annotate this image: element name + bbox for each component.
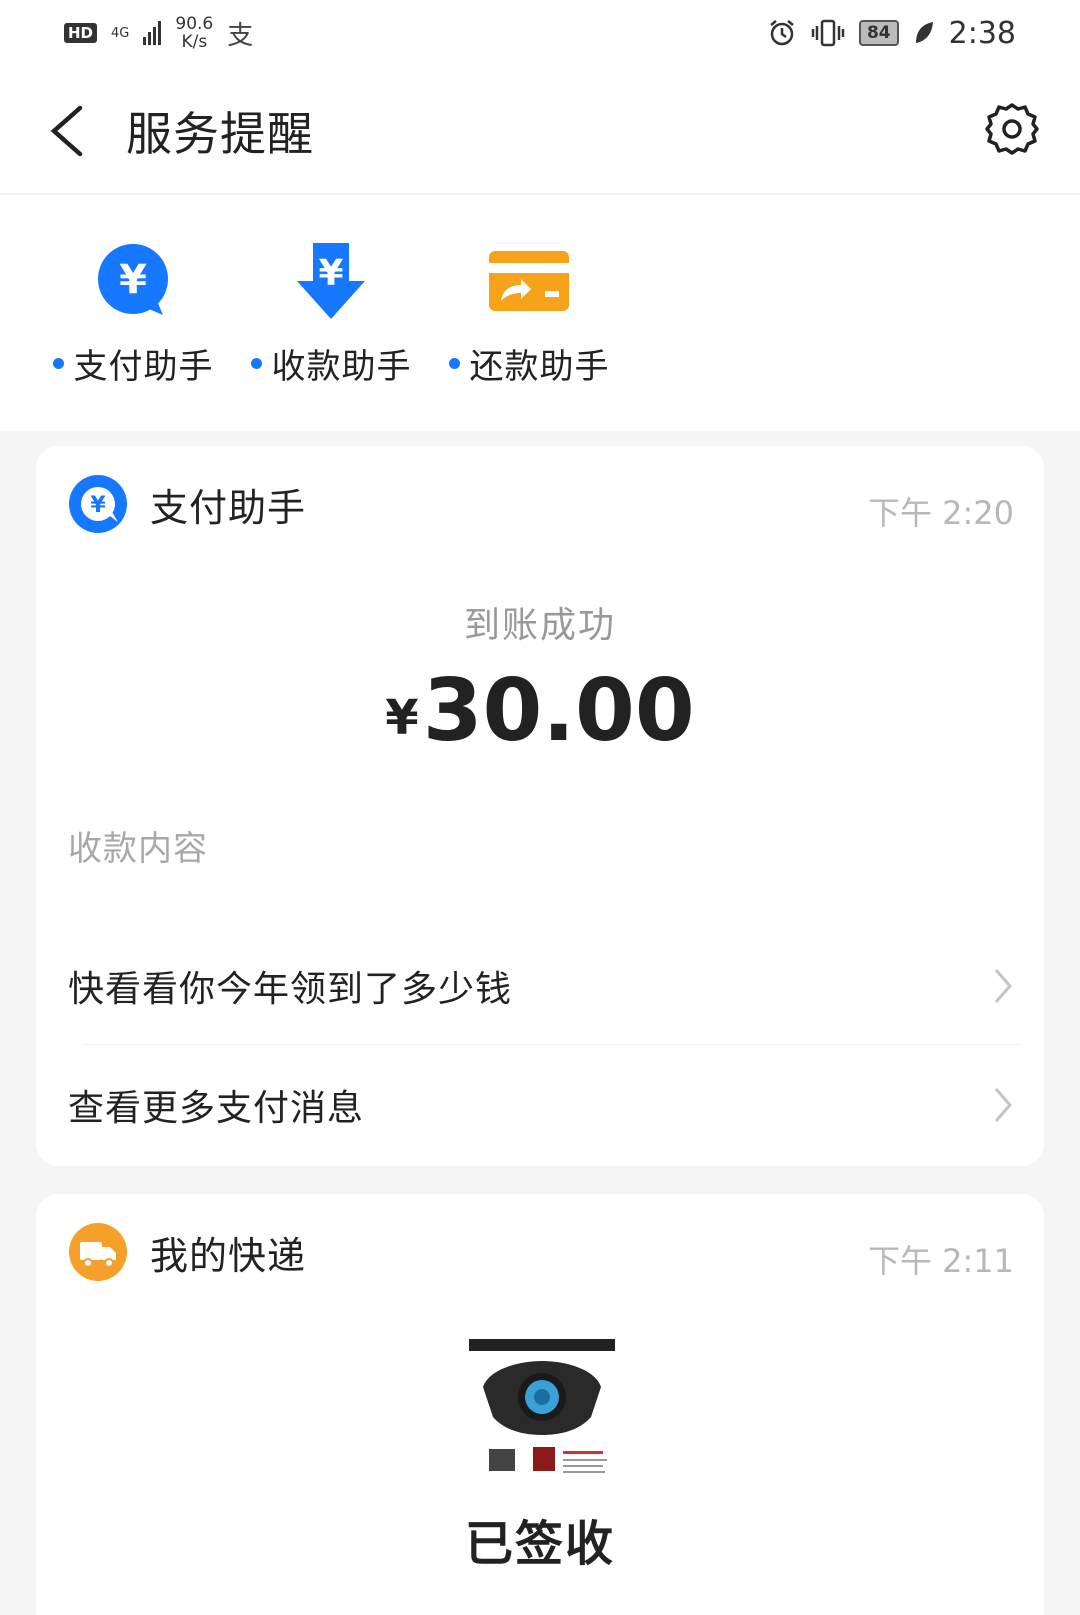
- clock: 2:38: [948, 15, 1016, 51]
- payment-assistant-icon: ¥: [98, 244, 168, 315]
- network-speed: 90.6 K/s: [175, 15, 213, 51]
- assistant-receive[interactable]: ¥ 收款助手: [246, 239, 416, 388]
- link-more-payment-messages[interactable]: 查看更多支付消息: [68, 1050, 1014, 1160]
- gear-icon[interactable]: [982, 99, 1042, 159]
- receive-assistant-icon: ¥: [297, 243, 365, 319]
- svg-text:¥: ¥: [318, 253, 343, 294]
- card-title: 支付助手: [150, 485, 307, 530]
- link-label: 快看看你今年领到了多少钱: [68, 969, 513, 1010]
- card-time: 下午 2:11: [867, 1242, 1014, 1280]
- back-chevron-icon[interactable]: [44, 104, 88, 158]
- assistant-label: 收款助手: [271, 347, 412, 387]
- status-bar: HD 4G 90.6 K/s 支 84 2:38: [0, 0, 1080, 66]
- parcel-notification-card[interactable]: 我的快递 下午 2:11 已签收: [36, 1194, 1044, 1615]
- unread-dot: [52, 358, 64, 369]
- chevron-right-icon: [994, 969, 1012, 1003]
- payment-content-label: 收款内容: [68, 829, 208, 869]
- link-annual-earnings[interactable]: 快看看你今年领到了多少钱: [68, 931, 1014, 1041]
- network-type: 4G: [111, 25, 130, 41]
- chevron-right-icon: [994, 1088, 1012, 1122]
- card-header: ¥ 支付助手: [68, 474, 306, 534]
- vibrate-icon: [811, 19, 845, 47]
- hd-indicator: HD: [64, 23, 98, 43]
- assistant-label: 支付助手: [73, 347, 214, 387]
- svg-text:¥: ¥: [90, 493, 106, 518]
- assistant-label-row: 收款助手: [246, 339, 416, 388]
- assistant-repayment[interactable]: 还款助手: [444, 239, 614, 388]
- alarm-icon: [770, 20, 794, 46]
- payment-notification-card[interactable]: ¥ 支付助手 下午 2:20 到账成功 ¥30.00 收款内容 快看看你今年领到…: [36, 446, 1044, 1166]
- status-left: HD 4G 90.6 K/s 支: [64, 15, 253, 52]
- assistant-label-row: 支付助手: [48, 339, 218, 388]
- nav-header: 服务提醒: [0, 66, 1080, 194]
- assistant-label: 还款助手: [469, 347, 610, 387]
- battery-icon: 84: [858, 20, 899, 46]
- link-label: 查看更多支付消息: [68, 1088, 365, 1129]
- speed-value: 90.6: [175, 14, 214, 34]
- unread-dot: [250, 358, 262, 369]
- payment-amount: ¥30.00: [36, 661, 1044, 761]
- currency-symbol: ¥: [385, 690, 419, 746]
- leaf-icon: [915, 22, 933, 43]
- payment-assistant-icon: ¥: [69, 475, 127, 533]
- svg-text:¥: ¥: [119, 257, 147, 303]
- amount-value: 30.00: [422, 661, 695, 761]
- alipay-notification-icon: 支: [227, 20, 254, 51]
- signal-icon: [143, 21, 162, 45]
- product-thumbnail: [469, 1339, 615, 1485]
- assistant-payment[interactable]: ¥ 支付助手: [48, 239, 218, 388]
- payment-status: 到账成功: [463, 605, 616, 646]
- assistant-shortcuts: ¥ 支付助手 ¥ 收款助手 还款助手: [0, 195, 1080, 431]
- speed-unit: K/s: [181, 32, 208, 52]
- card-header: 我的快递: [68, 1222, 306, 1282]
- divider: [82, 1044, 1022, 1045]
- service-reminder-page: HD 4G 90.6 K/s 支 84 2:38 服务提醒 ¥ 支付助手 ¥ 收…: [0, 0, 1080, 1615]
- parcel-status: 已签收: [464, 1516, 615, 1572]
- status-right: 84 2:38: [767, 16, 1016, 51]
- assistant-label-row: 还款助手: [444, 339, 614, 388]
- card-title: 我的快递: [150, 1233, 307, 1278]
- card-time: 下午 2:20: [867, 494, 1014, 532]
- page-title: 服务提醒: [126, 107, 314, 161]
- unread-dot: [448, 358, 460, 369]
- repayment-assistant-icon: [489, 251, 569, 311]
- delivery-truck-icon: [69, 1223, 127, 1281]
